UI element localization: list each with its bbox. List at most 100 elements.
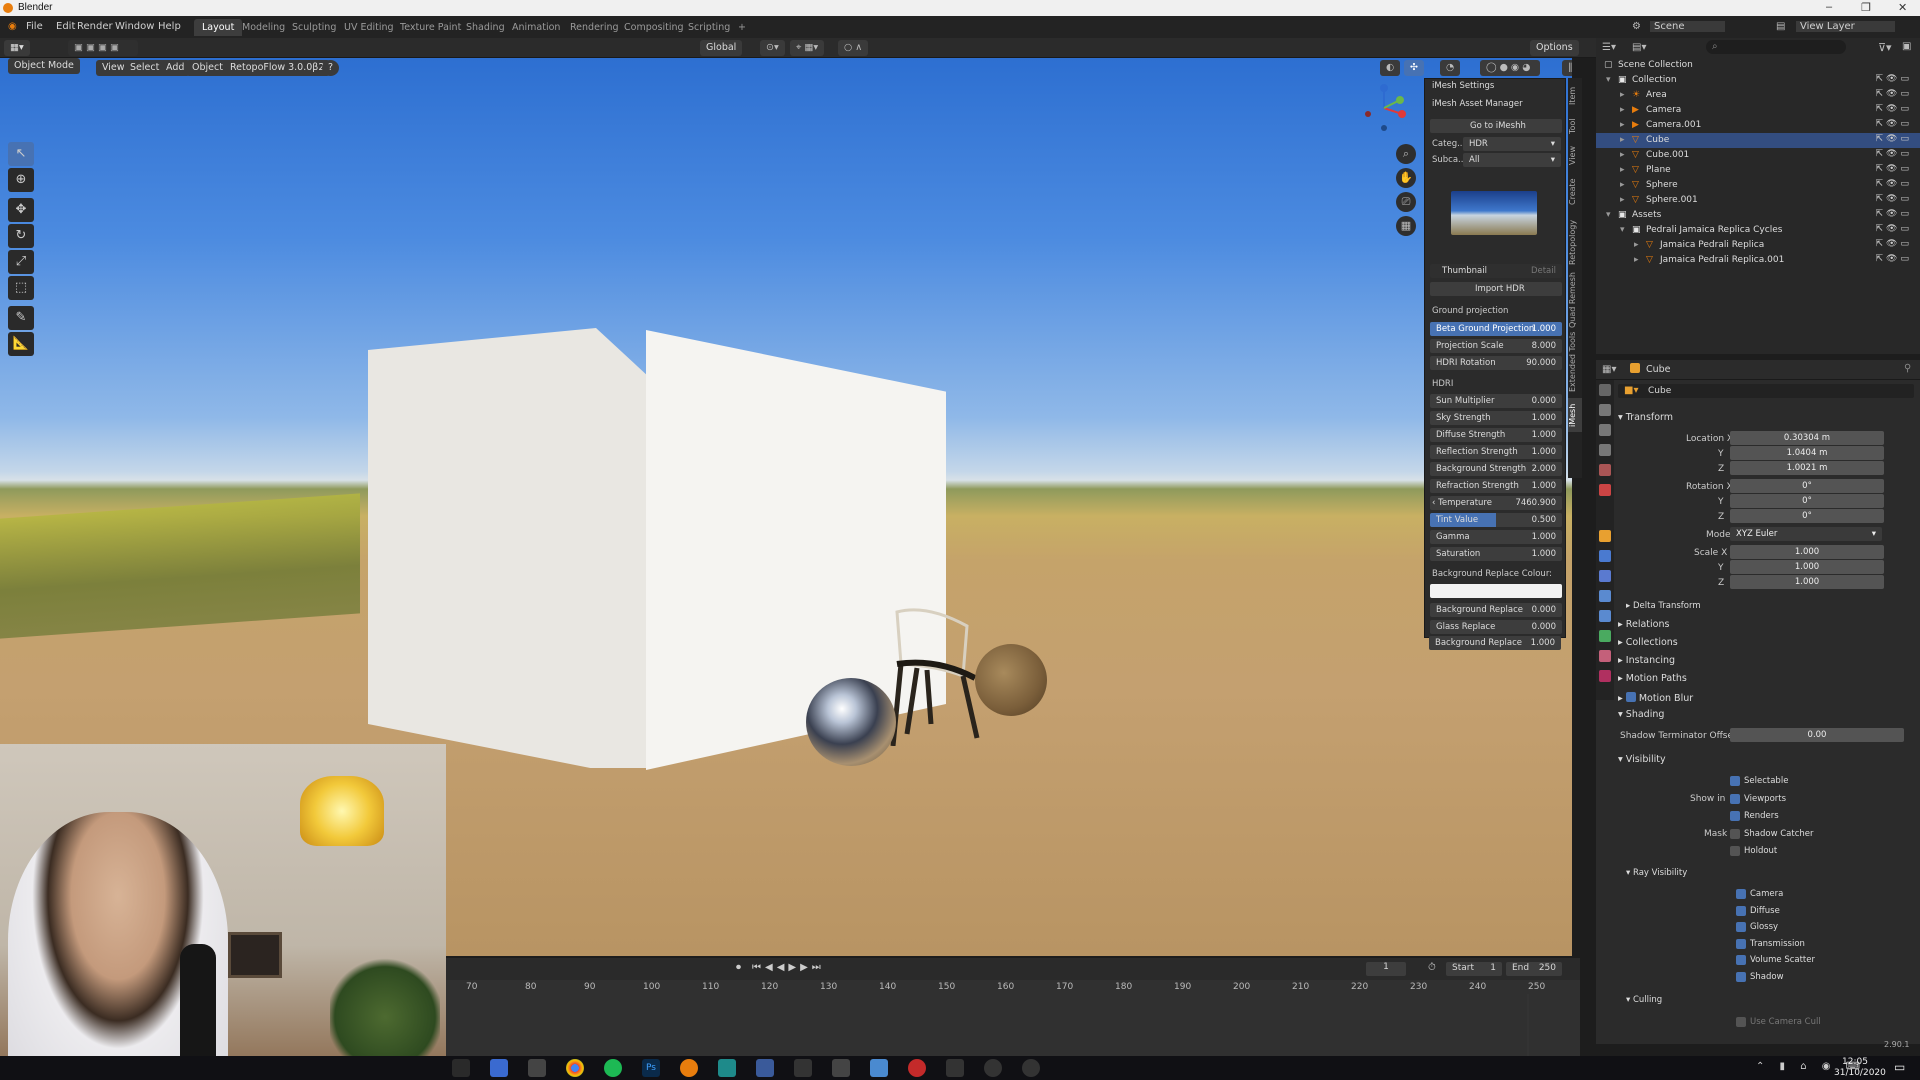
expand-arrow-icon[interactable]: ▸ <box>1634 240 1644 250</box>
import-hdr-button[interactable]: Import HDR <box>1430 282 1562 296</box>
physics-tab-icon[interactable] <box>1599 590 1611 602</box>
maximize-button[interactable]: ❐ <box>1861 1 1871 14</box>
snap-icon[interactable]: ⌖ ▦▾ <box>790 40 825 56</box>
object-name-field[interactable]: ■▾ Cube <box>1618 384 1914 398</box>
rotation-mode-dropdown[interactable]: XYZ Euler ▾ <box>1730 527 1882 541</box>
add-workspace-button[interactable]: + <box>730 19 754 36</box>
select-mode-icons[interactable]: ▣ ▣ ▣ ▣ <box>68 40 138 56</box>
outliner-row[interactable]: ▸ ▽ Sphere.001 ⇱👁▭ <box>1596 193 1920 208</box>
chrome-icon[interactable] <box>566 1059 584 1077</box>
visibility-toggle-icons[interactable]: ⇱👁▭ <box>1876 74 1912 84</box>
menu-render[interactable]: Render <box>77 21 113 32</box>
spotify-icon[interactable] <box>604 1059 622 1077</box>
sidebar-tab-create[interactable]: Create <box>1568 174 1582 210</box>
blender-taskbar-icon[interactable] <box>680 1059 698 1077</box>
measure-tool-icon[interactable]: 📐 <box>8 332 34 356</box>
scale-z-field[interactable]: 1.000 <box>1730 575 1884 589</box>
menu-help[interactable]: Help <box>158 21 181 32</box>
scene-selector[interactable]: Scene <box>1650 21 1725 32</box>
collections-section[interactable]: ▸ Collections <box>1618 637 1678 648</box>
preview-range-icon[interactable]: ⏱ <box>1428 962 1436 973</box>
temperature-field[interactable]: ‹ Temperature 7460.900 <box>1430 496 1562 510</box>
expand-arrow-icon[interactable]: ▸ <box>1620 90 1630 100</box>
background-strength-field[interactable]: Background Strength 2.000 <box>1430 462 1562 476</box>
world-tab-icon[interactable] <box>1599 484 1611 496</box>
visibility-icon[interactable]: ◐ <box>1380 60 1401 76</box>
sidebar-tab-view[interactable]: View <box>1568 142 1582 170</box>
outliner-row[interactable]: ▸ ▽ Cube ⇱👁▭ <box>1596 133 1920 148</box>
go-to-imesh-button[interactable]: Go to iMeshh <box>1430 119 1562 133</box>
constraints-tab-icon[interactable] <box>1599 610 1611 622</box>
expand-arrow-icon[interactable]: ▾ <box>1606 210 1616 220</box>
retopoflow-button[interactable]: RetopoFlow 3.0.0β2 <box>224 60 331 76</box>
expand-arrow-icon[interactable]: ▸ <box>1620 180 1630 190</box>
outliner-row[interactable]: ▾ ▣ Pedrali Jamaica Replica Cycles ⇱👁▭ <box>1596 223 1920 238</box>
zoom-icon[interactable]: ⌕ <box>1396 144 1416 164</box>
menu-edit[interactable]: Edit <box>56 21 75 32</box>
shading-section[interactable]: ▾ Shading <box>1618 709 1664 720</box>
sidebar-tab-item[interactable]: Item <box>1568 82 1582 110</box>
visibility-toggle-icons[interactable]: ⇱👁▭ <box>1876 239 1912 249</box>
motion-paths-section[interactable]: ▸ Motion Paths <box>1618 673 1687 684</box>
gizmo-toggle-icon[interactable]: ✣ <box>1404 60 1424 76</box>
orientation-dropdown[interactable]: Global <box>700 40 743 56</box>
textured-sphere[interactable] <box>975 644 1047 716</box>
refraction-strength-field[interactable]: Refraction Strength 1.000 <box>1430 479 1562 493</box>
background-replace-field-2[interactable]: Background Replace 1.000 <box>1429 636 1561 650</box>
outliner-row[interactable]: ▸ ▶ Camera.001 ⇱👁▭ <box>1596 118 1920 133</box>
current-frame-field[interactable]: 1 <box>1366 962 1406 976</box>
location-y-field[interactable]: 1.0404 m <box>1730 446 1884 460</box>
imesh-asset-manager-header[interactable]: iMesh Asset Manager <box>1432 99 1523 109</box>
imesh-settings-header[interactable]: iMesh Settings <box>1432 81 1494 91</box>
sidebar-tab-quad-remesh[interactable]: Quad Remesh <box>1568 272 1582 328</box>
scale-tool-icon[interactable]: ⤢ <box>8 250 34 274</box>
notification-icon[interactable]: ▭ <box>1894 1060 1905 1074</box>
culling-section[interactable]: ▾ Culling <box>1626 995 1662 1005</box>
rotation-y-field[interactable]: 0° <box>1730 494 1884 508</box>
menu-window[interactable]: Window <box>115 21 154 32</box>
hdri-rotation-field[interactable]: HDRI Rotation 90.000 <box>1430 356 1562 370</box>
motion-blur-checkbox[interactable] <box>1625 692 1636 702</box>
proportional-edit-icon[interactable]: ○ ∧ <box>838 40 869 56</box>
tab-animation[interactable]: Animation <box>504 19 568 36</box>
ray-shadow-checkbox[interactable] <box>1736 971 1746 982</box>
expand-arrow-icon[interactable]: ▸ <box>1620 120 1630 130</box>
expand-arrow-icon[interactable]: ▸ <box>1620 165 1630 175</box>
outliner-row[interactable]: ▸ ▽ Jamaica Pedrali Replica.001 ⇱👁▭ <box>1596 253 1920 268</box>
options-dropdown[interactable]: Options <box>1530 40 1579 56</box>
outliner-row[interactable]: ▸ ▶ Camera ⇱👁▭ <box>1596 103 1920 118</box>
app-icon-1[interactable] <box>490 1059 508 1077</box>
scene-tab-icon[interactable] <box>1599 464 1611 476</box>
tint-value-slider[interactable]: Tint Value 0.500 <box>1430 513 1562 527</box>
rotation-z-field[interactable]: 0° <box>1730 509 1884 523</box>
category-dropdown[interactable]: HDR ▾ <box>1463 137 1561 151</box>
selectable-checkbox[interactable] <box>1730 776 1740 786</box>
help-icon[interactable]: ? <box>322 60 340 76</box>
app-icon-10[interactable] <box>984 1059 1002 1077</box>
output-tab-icon[interactable] <box>1599 424 1611 436</box>
expand-arrow-icon[interactable]: ▾ <box>1620 225 1630 235</box>
outliner-row[interactable]: ▸ ▽ Jamaica Pedrali Replica ⇱👁▭ <box>1596 238 1920 253</box>
outliner-row[interactable]: ▸ ☀ Area ⇱👁▭ <box>1596 88 1920 103</box>
minimize-button[interactable]: – <box>1826 1 1832 13</box>
renders-checkbox[interactable] <box>1730 811 1740 821</box>
app-icon-2[interactable] <box>528 1059 546 1077</box>
visibility-toggle-icons[interactable]: ⇱👁▭ <box>1876 254 1912 264</box>
expand-arrow-icon[interactable]: ▸ <box>1620 105 1630 115</box>
outliner-row[interactable]: ▸ ▽ Cube.001 ⇱👁▭ <box>1596 148 1920 163</box>
properties-editor-icon[interactable]: ▦▾ <box>1602 364 1616 375</box>
glass-replace-field[interactable]: Glass Replace 0.000 <box>1430 620 1562 634</box>
reflection-strength-field[interactable]: Reflection Strength 1.000 <box>1430 445 1562 459</box>
use-camera-cull-checkbox[interactable] <box>1736 1017 1746 1027</box>
background-replace-field[interactable]: Background Replace 0.000 <box>1430 603 1562 617</box>
visibility-toggle-icons[interactable]: ⇱👁▭ <box>1876 149 1912 159</box>
pan-hand-icon[interactable]: ✋ <box>1396 168 1416 188</box>
pivot-icon[interactable]: ⊙▾ <box>760 40 785 56</box>
rotate-tool-icon[interactable]: ↻ <box>8 224 34 248</box>
visibility-toggle-icons[interactable]: ⇱👁▭ <box>1876 134 1912 144</box>
transform-section-header[interactable]: ▾ Transform <box>1618 412 1673 423</box>
start-button-icon[interactable] <box>452 1059 470 1077</box>
delta-transform-section[interactable]: ▸ Delta Transform <box>1626 601 1701 611</box>
outliner-display-mode-icon[interactable]: ▤▾ <box>1632 42 1646 53</box>
ray-volume-scatter-checkbox[interactable] <box>1736 955 1746 965</box>
